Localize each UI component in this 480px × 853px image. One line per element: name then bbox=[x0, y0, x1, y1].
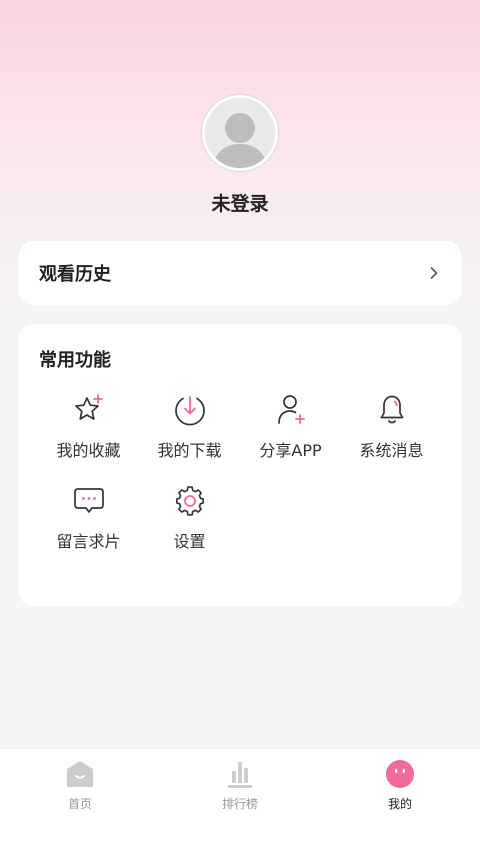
system-messages-label: 系统消息 bbox=[359, 441, 424, 460]
tab-ranking-label: 排行榜 bbox=[221, 797, 258, 811]
message-icon bbox=[73, 488, 104, 513]
chevron-right-icon bbox=[430, 267, 438, 279]
functions-grid: 我的收藏 我的下载 分享APP 系统消息 留言求片 设置 bbox=[19, 392, 461, 552]
downloads-button[interactable]: 我的下载 bbox=[139, 392, 240, 461]
profile-section: 未登录 bbox=[0, 95, 480, 216]
tab-ranking[interactable]: 排行榜 bbox=[160, 749, 320, 853]
gear-icon bbox=[175, 486, 204, 516]
tab-mine-label: 我的 bbox=[387, 797, 412, 811]
request-movie-button[interactable]: 留言求片 bbox=[38, 483, 139, 552]
share-app-button[interactable]: 分享APP bbox=[240, 392, 341, 461]
tab-mine[interactable]: 我的 bbox=[320, 749, 480, 853]
favorites-label: 我的收藏 bbox=[56, 441, 121, 460]
favorites-button[interactable]: 我的收藏 bbox=[38, 392, 139, 461]
default-avatar-icon bbox=[213, 113, 267, 168]
common-functions-card: 常用功能 我的收藏 我的下载 分享APP 系统消息 留言求片 设置 bbox=[19, 324, 461, 606]
star-plus-icon bbox=[74, 394, 103, 420]
settings-label: 设置 bbox=[173, 532, 206, 551]
user-plus-icon bbox=[277, 395, 305, 424]
ranking-icon bbox=[228, 762, 252, 788]
common-functions-title: 常用功能 bbox=[39, 350, 111, 371]
settings-button[interactable]: 设置 bbox=[139, 483, 240, 552]
home-icon bbox=[67, 761, 93, 787]
system-messages-button[interactable]: 系统消息 bbox=[341, 392, 442, 461]
username[interactable]: 未登录 bbox=[211, 189, 268, 216]
downloads-label: 我的下载 bbox=[157, 441, 222, 460]
watch-history-row[interactable]: 观看历史 bbox=[19, 241, 461, 305]
share-app-label: 分享APP bbox=[259, 441, 322, 460]
bottom-tab-bar: 首页 排行榜 我的 bbox=[0, 748, 480, 853]
watch-history-title: 观看历史 bbox=[39, 264, 111, 285]
request-movie-label: 留言求片 bbox=[56, 532, 121, 551]
bell-icon bbox=[380, 395, 403, 424]
tab-home-label: 首页 bbox=[67, 797, 92, 811]
download-icon bbox=[174, 396, 205, 426]
avatar[interactable] bbox=[202, 95, 278, 171]
mine-icon bbox=[386, 760, 414, 788]
tab-home[interactable]: 首页 bbox=[0, 749, 160, 853]
